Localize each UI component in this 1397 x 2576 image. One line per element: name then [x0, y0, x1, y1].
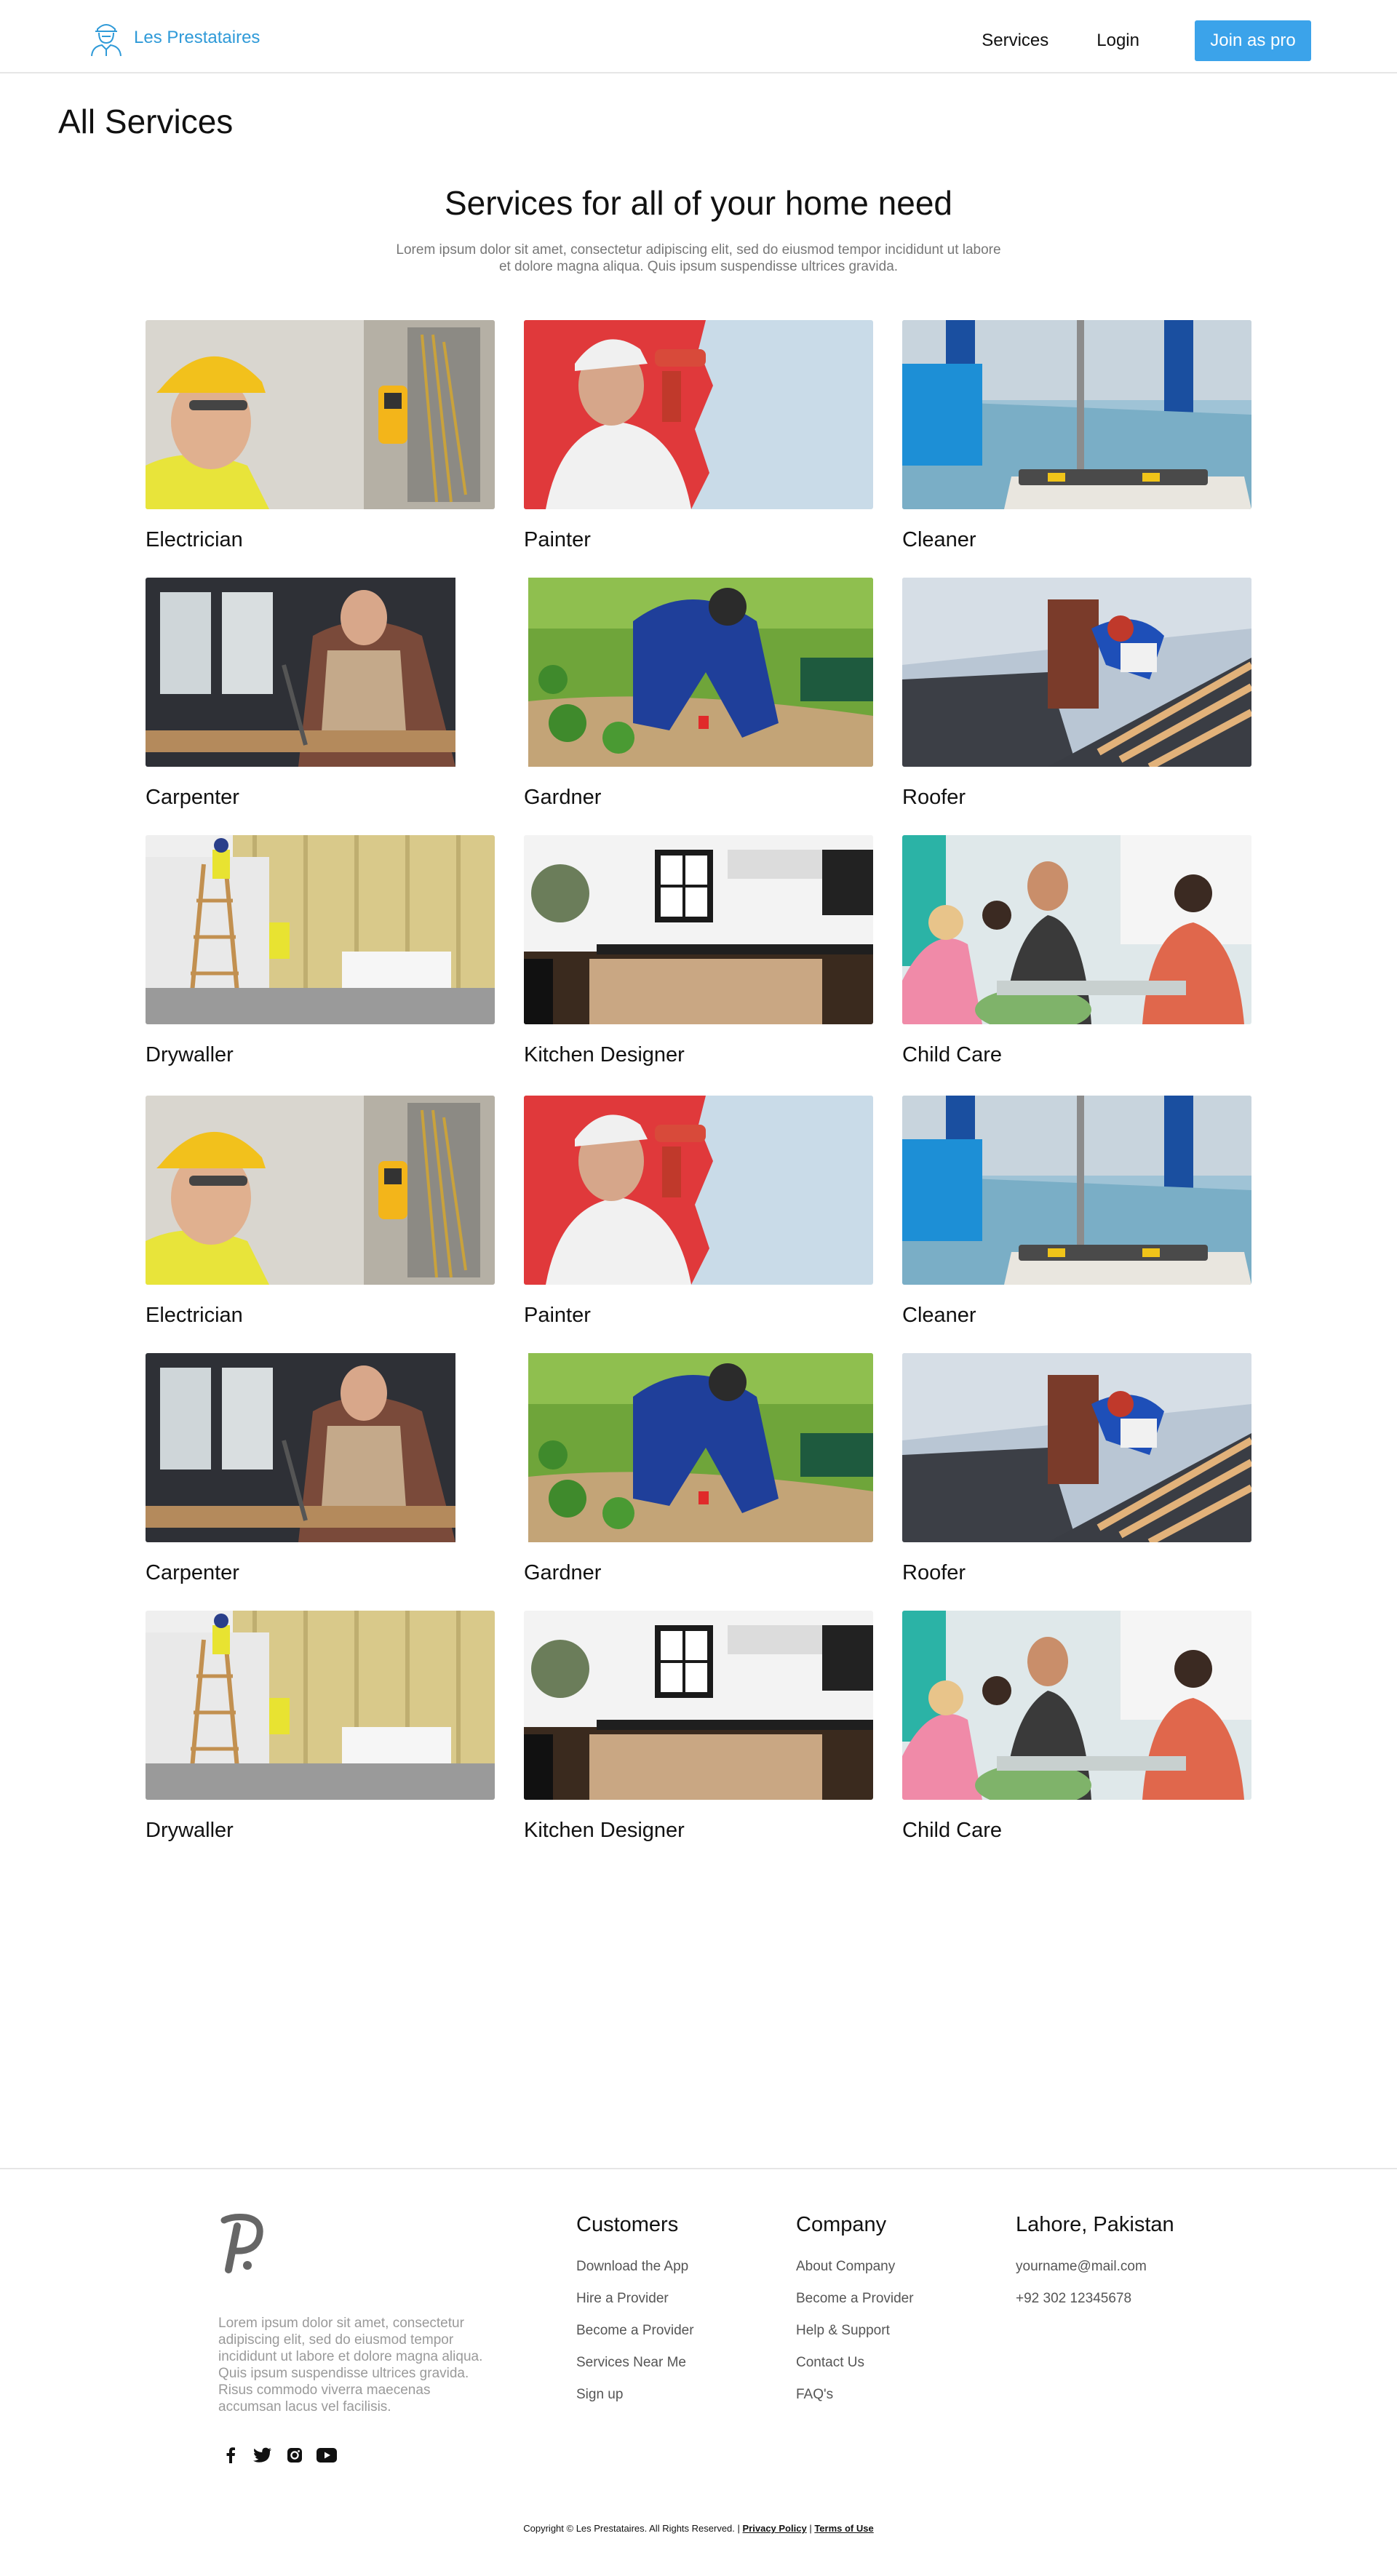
terms-of-use-link[interactable]: Terms of Use	[814, 2523, 873, 2534]
carpenter-photo[interactable]	[146, 1353, 495, 1542]
gardener-photo[interactable]	[524, 1353, 873, 1542]
site-footer: Lorem ipsum dolor sit amet, consectetur …	[0, 2168, 1397, 2576]
service-card-carpenter[interactable]: Carpenter	[146, 1353, 495, 1585]
carpenter-photo[interactable]	[146, 578, 495, 767]
service-card-child-care[interactable]: Child Care	[902, 835, 1251, 1067]
painter-photo[interactable]	[524, 320, 873, 509]
cleaner-photo[interactable]	[902, 1096, 1251, 1285]
copyright-bar: Copyright © Les Prestataires. All Rights…	[0, 2523, 1397, 2534]
service-label: Cleaner	[902, 1304, 976, 1327]
facebook-icon[interactable]	[218, 2444, 243, 2466]
section-title: Services for all of your home need	[444, 184, 953, 222]
painter-photo[interactable]	[524, 1096, 873, 1285]
service-card-roofer[interactable]: Roofer	[902, 578, 1251, 810]
main-nav: Services Login Join as pro	[982, 20, 1311, 61]
footer-link-sign-up[interactable]: Sign up	[576, 2387, 694, 2419]
footer-customers-title: Customers	[576, 2213, 679, 2236]
worker-avatar-icon	[91, 24, 122, 57]
service-card-electrician[interactable]: Electrician	[146, 320, 495, 552]
service-label: Gardner	[524, 1561, 602, 1584]
kitchen-photo[interactable]	[524, 835, 873, 1024]
section-description: Lorem ipsum dolor sit amet, consectetur …	[396, 242, 1001, 274]
childcare-photo[interactable]	[902, 835, 1251, 1024]
service-card-child-care[interactable]: Child Care	[902, 1611, 1251, 1843]
electrician-photo[interactable]	[146, 320, 495, 509]
twitter-icon[interactable]	[250, 2444, 275, 2466]
service-label: Painter	[524, 1304, 591, 1327]
service-label: Carpenter	[146, 1561, 239, 1584]
nav-services-link[interactable]: Services	[982, 31, 1048, 51]
service-card-drywaller[interactable]: Drywaller	[146, 835, 495, 1067]
childcare-photo[interactable]	[902, 1611, 1251, 1800]
footer-phone-text: +92 302 12345678	[1016, 2291, 1132, 2306]
join-as-pro-button[interactable]: Join as pro	[1195, 20, 1311, 61]
service-label: Cleaner	[902, 528, 976, 551]
footer-logo-icon	[220, 2214, 263, 2273]
footer-link-become-provider[interactable]: Become a Provider	[576, 2323, 694, 2355]
drywaller-photo[interactable]	[146, 1611, 495, 1800]
service-label: Kitchen Designer	[524, 1043, 685, 1066]
service-label: Roofer	[902, 786, 966, 809]
service-label: Child Care	[902, 1043, 1002, 1066]
privacy-policy-link[interactable]: Privacy Policy	[743, 2523, 807, 2534]
service-card-gardner[interactable]: Gardner	[524, 1353, 873, 1585]
roofer-photo[interactable]	[902, 1353, 1251, 1542]
site-header: Les Prestataires Services Login Join as …	[0, 0, 1397, 73]
youtube-icon[interactable]	[314, 2444, 339, 2466]
service-card-electrician[interactable]: Electrician	[146, 1096, 495, 1328]
kitchen-photo[interactable]	[524, 1611, 873, 1800]
cleaner-photo[interactable]	[902, 320, 1251, 509]
footer-link-download-app[interactable]: Download the App	[576, 2259, 694, 2291]
copyright-separator: |	[809, 2523, 812, 2534]
service-label: Painter	[524, 528, 591, 551]
footer-link-become-a-provider[interactable]: Become a Provider	[796, 2291, 914, 2323]
service-label: Gardner	[524, 786, 602, 809]
gardener-photo[interactable]	[524, 578, 873, 767]
service-card-cleaner[interactable]: Cleaner	[902, 1096, 1251, 1328]
service-card-cleaner[interactable]: Cleaner	[902, 320, 1251, 552]
social-links	[218, 2444, 346, 2466]
footer-email-link[interactable]: yourname@mail.com	[1016, 2259, 1174, 2291]
service-label: Child Care	[902, 1819, 1002, 1842]
service-label: Electrician	[146, 528, 243, 551]
footer-customers-column: Customers Download the App Hire a Provid…	[576, 2213, 694, 2419]
service-card-carpenter[interactable]: Carpenter	[146, 578, 495, 810]
copyright-text: Copyright © Les Prestataires. All Rights…	[523, 2523, 740, 2534]
footer-company-column: Company About Company Become a Provider …	[796, 2213, 914, 2419]
service-card-painter[interactable]: Painter	[524, 1096, 873, 1328]
service-card-drywaller[interactable]: Drywaller	[146, 1611, 495, 1843]
service-card-painter[interactable]: Painter	[524, 320, 873, 552]
footer-link-contact-us[interactable]: Contact Us	[796, 2355, 914, 2387]
service-card-roofer[interactable]: Roofer	[902, 1353, 1251, 1585]
instagram-icon[interactable]	[282, 2444, 307, 2466]
footer-link-about-company[interactable]: About Company	[796, 2259, 914, 2291]
footer-company-title: Company	[796, 2213, 887, 2236]
footer-link-services-near-me[interactable]: Services Near Me	[576, 2355, 694, 2387]
footer-about-text: Lorem ipsum dolor sit amet, consectetur …	[218, 2316, 483, 2414]
footer-link-help-support[interactable]: Help & Support	[796, 2323, 914, 2355]
brand-name: Les Prestataires	[134, 28, 260, 47]
electrician-photo[interactable]	[146, 1096, 495, 1285]
roofer-photo[interactable]	[902, 578, 1251, 767]
service-label: Drywaller	[146, 1043, 234, 1066]
service-label: Electrician	[146, 1304, 243, 1327]
service-label: Roofer	[902, 1561, 966, 1584]
service-card-kitchen-designer[interactable]: Kitchen Designer	[524, 835, 873, 1067]
nav-login-link[interactable]: Login	[1096, 31, 1139, 51]
service-card-gardner[interactable]: Gardner	[524, 578, 873, 810]
page-title: All Services	[58, 103, 234, 140]
service-label: Kitchen Designer	[524, 1819, 685, 1842]
footer-link-hire-provider[interactable]: Hire a Provider	[576, 2291, 694, 2323]
brand-logo-link[interactable]: Les Prestataires	[86, 19, 260, 57]
service-label: Carpenter	[146, 786, 239, 809]
footer-location-column: Lahore, Pakistan yourname@mail.com +92 3…	[1016, 2213, 1174, 2323]
footer-link-faqs[interactable]: FAQ's	[796, 2387, 914, 2419]
footer-location-title: Lahore, Pakistan	[1016, 2213, 1174, 2236]
service-card-kitchen-designer[interactable]: Kitchen Designer	[524, 1611, 873, 1843]
service-label: Drywaller	[146, 1819, 234, 1842]
drywaller-photo[interactable]	[146, 835, 495, 1024]
